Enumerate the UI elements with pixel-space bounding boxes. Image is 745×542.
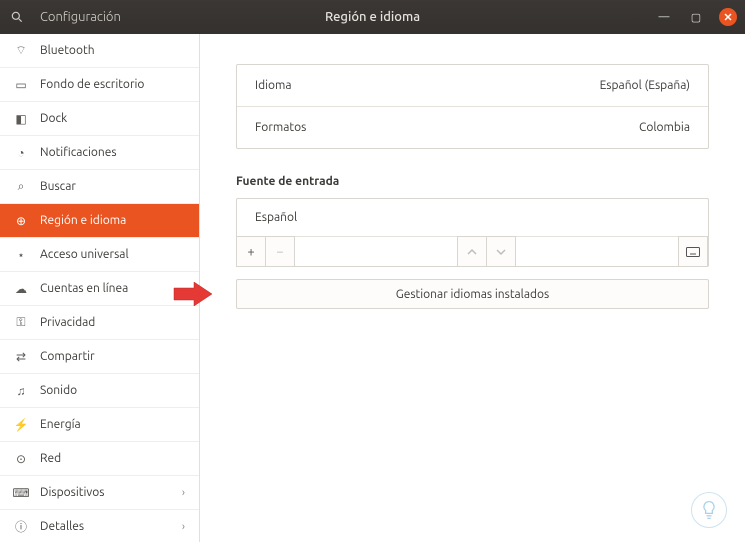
sidebar-icon: ⚿ [14, 316, 28, 330]
sidebar-item-7[interactable]: ☁ Cuentas en línea [0, 272, 199, 306]
sidebar-item-12[interactable]: ⊙ Red [0, 442, 199, 476]
chevron-right-icon: › [182, 521, 185, 533]
main-panel: Idioma Español (España) Formatos Colombi… [200, 34, 745, 542]
sidebar-item-13[interactable]: ⌨ Dispositivos › [0, 476, 199, 510]
search-button[interactable] [0, 10, 34, 24]
manage-languages-button[interactable]: Gestionar idiomas instalados [236, 279, 709, 309]
remove-source-button[interactable]: − [265, 236, 295, 267]
sidebar-item-label: Privacidad [40, 316, 185, 329]
sidebar-item-3[interactable]: ◔ Notificaciones [0, 136, 199, 170]
sidebar-icon: ▭ [14, 78, 28, 92]
close-button[interactable] [719, 8, 737, 26]
sidebar-icon: ♫ [14, 384, 28, 398]
sidebar-item-6[interactable]: ⋆ Acceso universal [0, 238, 199, 272]
sidebar-icon: ⌔ [14, 43, 28, 58]
arrow-annotation-icon [172, 282, 214, 306]
sidebar-item-10[interactable]: ♫ Sonido [0, 374, 199, 408]
formats-value: Colombia [639, 121, 690, 134]
sidebar-item-label: Región e idioma [40, 214, 185, 227]
add-source-button[interactable]: + [236, 236, 266, 267]
language-formats-card: Idioma Español (España) Formatos Colombi… [236, 64, 709, 149]
sidebar-icon: ⌕ [14, 180, 28, 194]
page-title: Región e idioma [325, 10, 420, 24]
app-title: Configuración [40, 10, 121, 24]
language-label: Idioma [255, 79, 292, 92]
sidebar-item-label: Red [40, 452, 185, 465]
sidebar-icon: ⋆ [14, 248, 28, 262]
input-source-title: Fuente de entrada [236, 175, 709, 188]
sidebar-item-11[interactable]: ⚡ Energía [0, 408, 199, 442]
sidebar-icon: ⊙ [14, 452, 28, 466]
maximize-button[interactable]: ▢ [687, 8, 705, 26]
sidebar-item-label: Buscar [40, 180, 185, 193]
input-source-card: Español + − [236, 198, 709, 267]
sidebar-item-label: Bluetooth [40, 44, 185, 57]
chevron-right-icon: › [182, 487, 185, 499]
sidebar-item-label: Energía [40, 418, 185, 431]
sidebar-item-8[interactable]: ⚿ Privacidad [0, 306, 199, 340]
sidebar-icon: ☁ [14, 282, 28, 296]
input-source-row[interactable]: Español [237, 199, 708, 236]
sidebar-item-14[interactable]: ⓘ Detalles › [0, 510, 199, 542]
sidebar-icon: ⊕ [14, 214, 28, 228]
move-down-button[interactable] [486, 236, 516, 267]
language-value: Español (España) [600, 79, 690, 92]
language-row[interactable]: Idioma Español (España) [237, 65, 708, 106]
sidebar-item-label: Dispositivos [40, 486, 170, 499]
sidebar-item-label: Fondo de escritorio [40, 78, 185, 91]
formats-label: Formatos [255, 121, 306, 134]
formats-row[interactable]: Formatos Colombia [237, 106, 708, 148]
minimize-button[interactable]: — [655, 8, 673, 26]
sidebar-icon: ⚡ [14, 418, 28, 432]
sidebar-item-2[interactable]: ◧ Dock [0, 102, 199, 136]
sidebar-item-label: Notificaciones [40, 146, 185, 159]
titlebar: Configuración Región e idioma — ▢ [0, 0, 745, 34]
sidebar-item-4[interactable]: ⌕ Buscar [0, 170, 199, 204]
sidebar-item-label: Detalles [40, 520, 170, 533]
sidebar-item-label: Acceso universal [40, 248, 185, 261]
sidebar-item-1[interactable]: ▭ Fondo de escritorio [0, 68, 199, 102]
sidebar-item-label: Sonido [40, 384, 185, 397]
sidebar-icon: ◧ [14, 112, 28, 126]
sidebar: ⌔ Bluetooth ▭ Fondo de escritorio ◧ Dock ◔ Noti… [0, 34, 200, 542]
sidebar-icon: ⇄ [14, 350, 28, 364]
window-controls: — ▢ [655, 8, 737, 26]
sidebar-item-label: Cuentas en línea [40, 282, 185, 295]
sidebar-item-label: Compartir [40, 350, 185, 363]
sidebar-icon: ⓘ [14, 518, 28, 535]
input-source-entry: Español [255, 211, 297, 224]
sidebar-icon: ◔ [14, 146, 28, 160]
move-up-button[interactable] [457, 236, 487, 267]
sidebar-item-0[interactable]: ⌔ Bluetooth [0, 34, 199, 68]
sidebar-item-5[interactable]: ⊕ Región e idioma [0, 204, 199, 238]
sidebar-item-label: Dock [40, 112, 185, 125]
keyboard-layout-button[interactable] [678, 236, 708, 267]
sidebar-item-9[interactable]: ⇄ Compartir [0, 340, 199, 374]
input-source-toolbar: + − [237, 236, 708, 266]
hint-bubble-icon [691, 492, 727, 528]
sidebar-icon: ⌨ [14, 486, 28, 500]
